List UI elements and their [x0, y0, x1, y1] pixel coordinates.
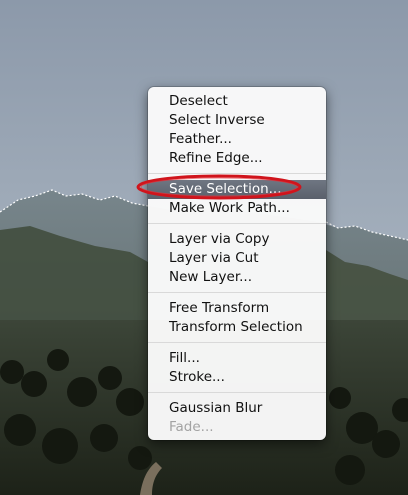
menu-separator: [148, 292, 326, 293]
menu-separator: [148, 392, 326, 393]
menu-item-stroke[interactable]: Stroke...: [148, 368, 326, 387]
menu-item-deselect[interactable]: Deselect: [148, 92, 326, 111]
menu-item-transform-selection[interactable]: Transform Selection: [148, 318, 326, 337]
menu-item-refine-edge[interactable]: Refine Edge...: [148, 149, 326, 168]
menu-item-gaussian-blur[interactable]: Gaussian Blur: [148, 399, 326, 418]
menu-item-layer-via-cut[interactable]: Layer via Cut: [148, 249, 326, 268]
menu-separator: [148, 223, 326, 224]
menu-item-make-work-path[interactable]: Make Work Path...: [148, 199, 326, 218]
menu-item-save-selection[interactable]: Save Selection...: [148, 180, 326, 199]
menu-item-layer-via-copy[interactable]: Layer via Copy: [148, 230, 326, 249]
menu-item-select-inverse[interactable]: Select Inverse: [148, 111, 326, 130]
menu-separator: [148, 342, 326, 343]
menu-separator: [148, 173, 326, 174]
menu-item-new-layer[interactable]: New Layer...: [148, 268, 326, 287]
context-menu: Deselect Select Inverse Feather... Refine E…: [148, 87, 326, 440]
menu-item-fill[interactable]: Fill...: [148, 349, 326, 368]
menu-item-free-transform[interactable]: Free Transform: [148, 299, 326, 318]
menu-item-fade: Fade...: [169, 419, 214, 435]
menu-item-feather[interactable]: Feather...: [148, 130, 326, 149]
